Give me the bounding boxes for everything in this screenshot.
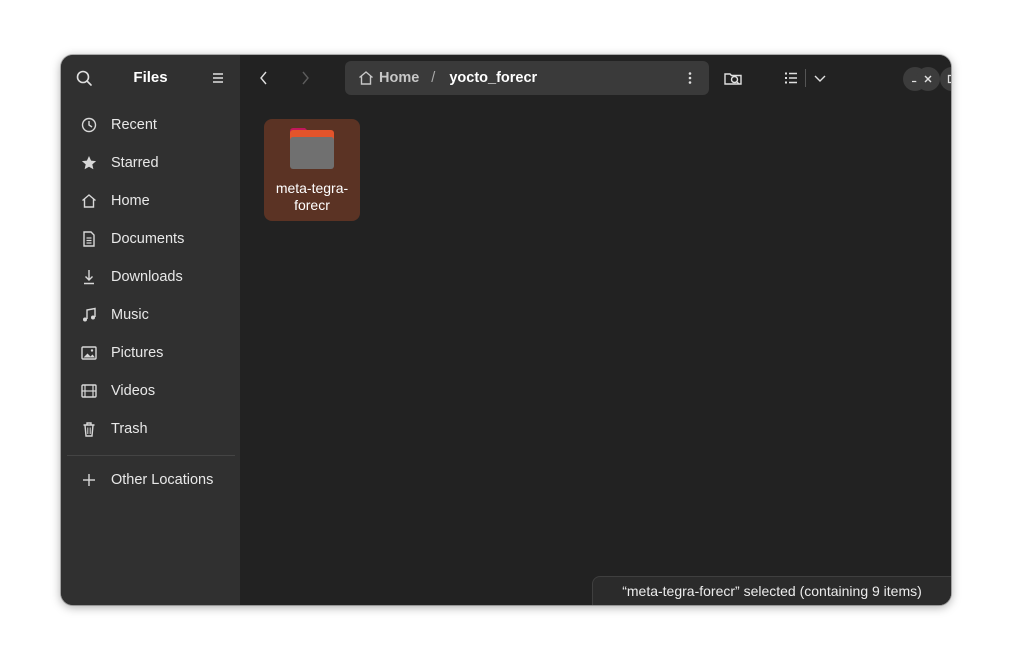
sidebar: Files Recent Starred Home Documents Down… <box>61 55 240 605</box>
maximize-icon <box>946 73 951 85</box>
search-icon[interactable] <box>73 67 95 89</box>
chevron-down-icon[interactable] <box>809 67 831 89</box>
search-folder-icon[interactable] <box>722 67 744 89</box>
folder-icon <box>288 127 336 171</box>
sidebar-item-label: Trash <box>111 421 148 437</box>
download-icon <box>79 267 99 287</box>
sidebar-item-label: Pictures <box>111 345 164 361</box>
star-icon <box>79 153 99 173</box>
places-list: Recent Starred Home Documents Downloads … <box>67 106 235 448</box>
sidebar-item-other-locations[interactable]: Other Locations <box>67 461 235 499</box>
breadcrumb-current[interactable]: yocto_forecr <box>449 70 537 86</box>
sidebar-item-documents[interactable]: Documents <box>67 220 235 258</box>
sidebar-divider <box>67 455 235 456</box>
video-icon <box>79 381 99 401</box>
breadcrumb-separator: / <box>431 70 436 86</box>
home-icon <box>79 191 99 211</box>
app-title: Files <box>133 69 168 86</box>
sidebar-header: Files <box>61 55 240 101</box>
forward-icon[interactable] <box>294 67 316 89</box>
sidebar-item-videos[interactable]: Videos <box>67 372 235 410</box>
view-divider <box>805 69 806 87</box>
sidebar-item-trash[interactable]: Trash <box>67 410 235 448</box>
sidebar-item-label: Home <box>111 193 150 209</box>
sidebar-item-starred[interactable]: Starred <box>67 144 235 182</box>
clock-icon <box>79 115 99 135</box>
sidebar-item-label: Music <box>111 307 149 323</box>
list-view-icon[interactable] <box>780 67 802 89</box>
path-bar[interactable]: Home / yocto_forecr <box>345 61 709 95</box>
document-icon <box>79 229 99 249</box>
close-button[interactable] <box>916 67 940 91</box>
picture-icon <box>79 343 99 363</box>
sidebar-item-label: Downloads <box>111 269 183 285</box>
sidebar-item-pictures[interactable]: Pictures <box>67 334 235 372</box>
folder-item[interactable]: meta-tegra-forecr <box>264 119 360 221</box>
status-bar: “meta-tegra-forecr” selected (containing… <box>592 576 951 605</box>
content-area: Home / yocto_forecr meta-tegra-forecr “m… <box>240 55 951 605</box>
hamburger-menu-icon[interactable] <box>207 67 229 89</box>
more-options-icon[interactable] <box>681 69 699 87</box>
sidebar-item-recent[interactable]: Recent <box>67 106 235 144</box>
sidebar-item-label: Videos <box>111 383 156 399</box>
sidebar-item-label: Documents <box>111 231 185 247</box>
trash-icon <box>79 419 99 439</box>
sidebar-item-downloads[interactable]: Downloads <box>67 258 235 296</box>
back-icon[interactable] <box>253 67 275 89</box>
sidebar-item-label: Other Locations <box>111 472 214 488</box>
close-icon <box>922 73 934 85</box>
header-bar: Home / yocto_forecr <box>240 55 951 101</box>
files-window: Files Recent Starred Home Documents Down… <box>61 55 951 605</box>
sidebar-item-label: Starred <box>111 155 159 171</box>
other-locations-section: Other Locations <box>67 461 235 499</box>
plus-icon <box>79 470 99 490</box>
maximize-button[interactable] <box>940 67 951 91</box>
sidebar-item-music[interactable]: Music <box>67 296 235 334</box>
sidebar-item-label: Recent <box>111 117 157 133</box>
music-icon <box>79 305 99 325</box>
sidebar-item-home[interactable]: Home <box>67 182 235 220</box>
breadcrumb-home[interactable]: Home <box>379 70 419 86</box>
folder-name: meta-tegra-forecr <box>275 180 349 213</box>
home-icon <box>357 69 375 87</box>
